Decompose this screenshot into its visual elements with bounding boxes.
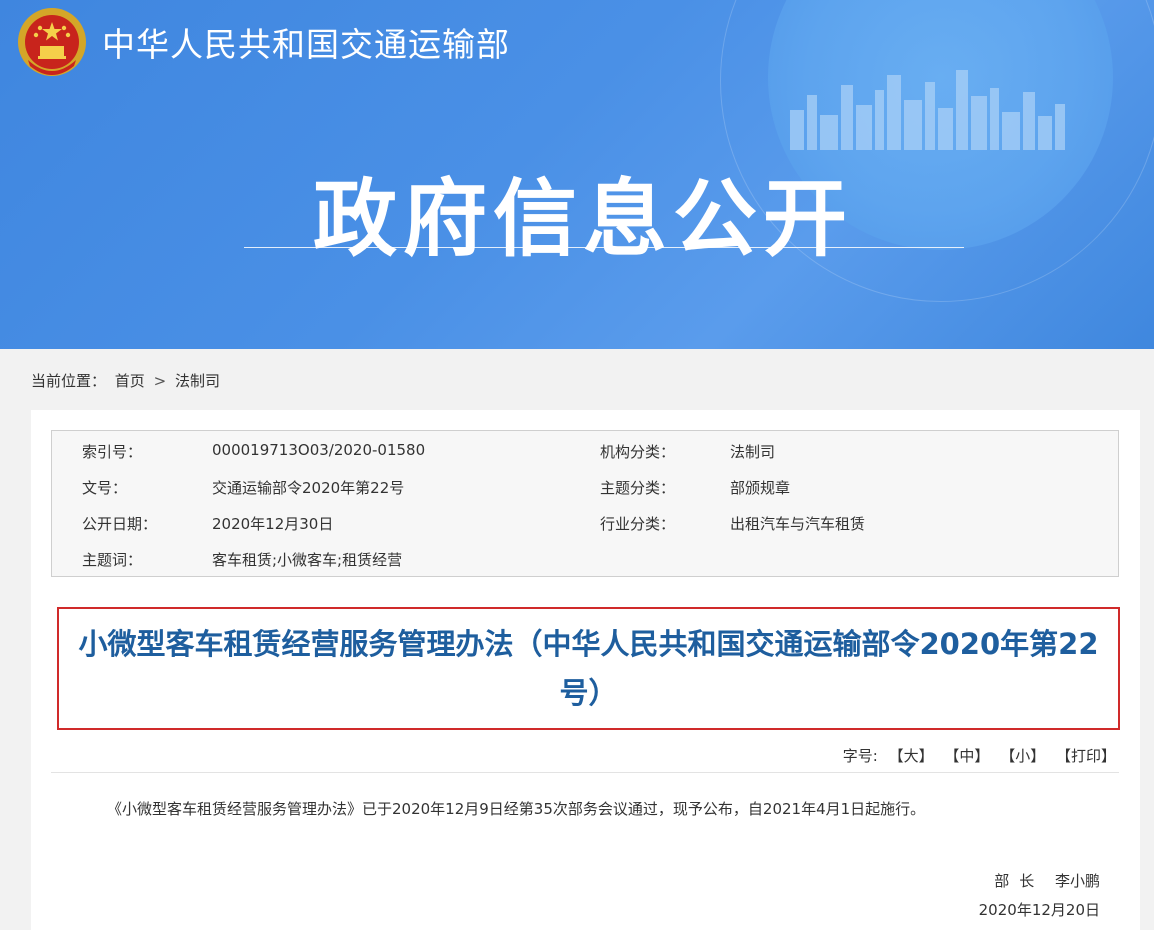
city-skyline-icon bbox=[790, 70, 1065, 150]
breadcrumb-section-link[interactable]: 法制司 bbox=[175, 372, 220, 390]
document-body: 《小微型客车租赁经营服务管理办法》已于2020年12月9日经第35次部务会议通过… bbox=[107, 800, 926, 818]
content-divider bbox=[51, 772, 1119, 773]
index-value: 000019713O03/2020-01580 bbox=[212, 441, 426, 459]
index-label: 索引号： bbox=[82, 443, 143, 461]
section-title: 政府信息公开 bbox=[312, 169, 853, 268]
breadcrumb-separator: > bbox=[153, 372, 167, 390]
font-size-label: 字号: bbox=[842, 747, 878, 765]
breadcrumb-home-link[interactable]: 首页 bbox=[115, 372, 145, 390]
content-card: 索引号： 000019713O03/2020-01580 机构分类： 法制司 文… bbox=[31, 410, 1140, 930]
org-value: 法制司 bbox=[730, 443, 776, 461]
org-label: 机构分类： bbox=[600, 443, 676, 461]
signer-name: 李小鹏 bbox=[1054, 872, 1100, 890]
font-large-button[interactable]: 【大】 bbox=[889, 747, 934, 765]
print-button[interactable]: 【打印】 bbox=[1056, 747, 1116, 765]
font-small-button[interactable]: 【小】 bbox=[1000, 747, 1045, 765]
breadcrumb-prefix: 当前位置： bbox=[31, 372, 107, 390]
keywords-value: 客车租赁;小微客车;租赁经营 bbox=[212, 551, 403, 569]
date-label: 公开日期： bbox=[82, 515, 158, 533]
header-banner: 中华人民共和国交通运输部 政府信息公开 bbox=[0, 0, 1154, 349]
ministry-name: 中华人民共和国交通运输部 bbox=[102, 25, 510, 64]
industry-label: 行业分类： bbox=[600, 515, 676, 533]
signer: 部长 李小鹏 bbox=[994, 870, 1100, 891]
industry-value: 出租汽车与汽车租赁 bbox=[730, 515, 866, 533]
national-emblem-icon bbox=[18, 8, 86, 76]
metadata-table: 索引号： 000019713O03/2020-01580 机构分类： 法制司 文… bbox=[51, 430, 1119, 577]
sign-date: 2020年12月20日 bbox=[978, 901, 1100, 919]
title-underline bbox=[244, 247, 964, 248]
keywords-label: 主题词： bbox=[82, 551, 143, 569]
docno-value: 交通运输部令2020年第22号 bbox=[212, 479, 405, 497]
document-title-box: 小微型客车租赁经营服务管理办法（中华人民共和国交通运输部令2020年第22号） bbox=[57, 607, 1120, 730]
document-title: 小微型客车租赁经营服务管理办法（中华人民共和国交通运输部令2020年第22号） bbox=[78, 626, 1099, 710]
topic-label: 主题分类： bbox=[600, 479, 676, 497]
docno-label: 文号： bbox=[82, 479, 128, 497]
signer-role: 部长 bbox=[994, 872, 1045, 890]
font-size-tools: 字号: 【大】 【中】 【小】 【打印】 bbox=[843, 745, 1116, 766]
breadcrumb: 当前位置： 首页 > 法制司 bbox=[31, 370, 224, 391]
font-medium-button[interactable]: 【中】 bbox=[944, 747, 989, 765]
date-value: 2020年12月30日 bbox=[212, 515, 334, 533]
topic-value: 部颁规章 bbox=[730, 479, 791, 497]
